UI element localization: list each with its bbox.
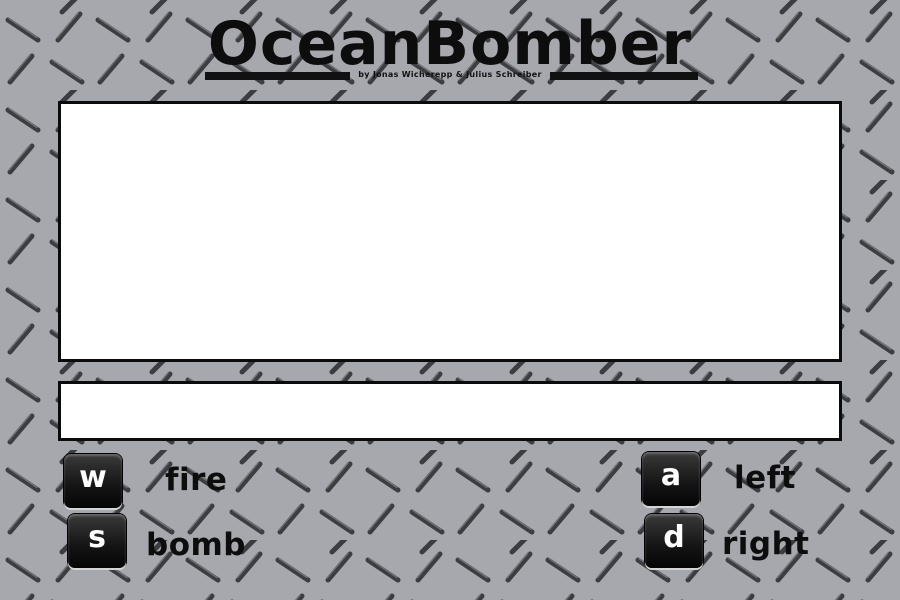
game-title: OceanBomber xyxy=(207,9,693,79)
status-panel xyxy=(58,381,842,441)
key-w-icon: w xyxy=(64,454,122,508)
left-label: left xyxy=(734,460,796,496)
title-underline-left xyxy=(205,72,350,80)
bomb-label: bomb xyxy=(146,527,246,563)
key-a-icon: a xyxy=(642,452,700,506)
game-canvas[interactable] xyxy=(58,101,842,362)
fire-label: fire xyxy=(165,462,228,498)
key-s-icon: s xyxy=(68,514,126,568)
key-d-icon: d xyxy=(645,514,703,568)
right-label: right xyxy=(722,526,810,562)
credits-text: by Jonas Wicherepp & Julius Schreiber xyxy=(358,70,542,79)
title-underline-right xyxy=(550,72,698,80)
